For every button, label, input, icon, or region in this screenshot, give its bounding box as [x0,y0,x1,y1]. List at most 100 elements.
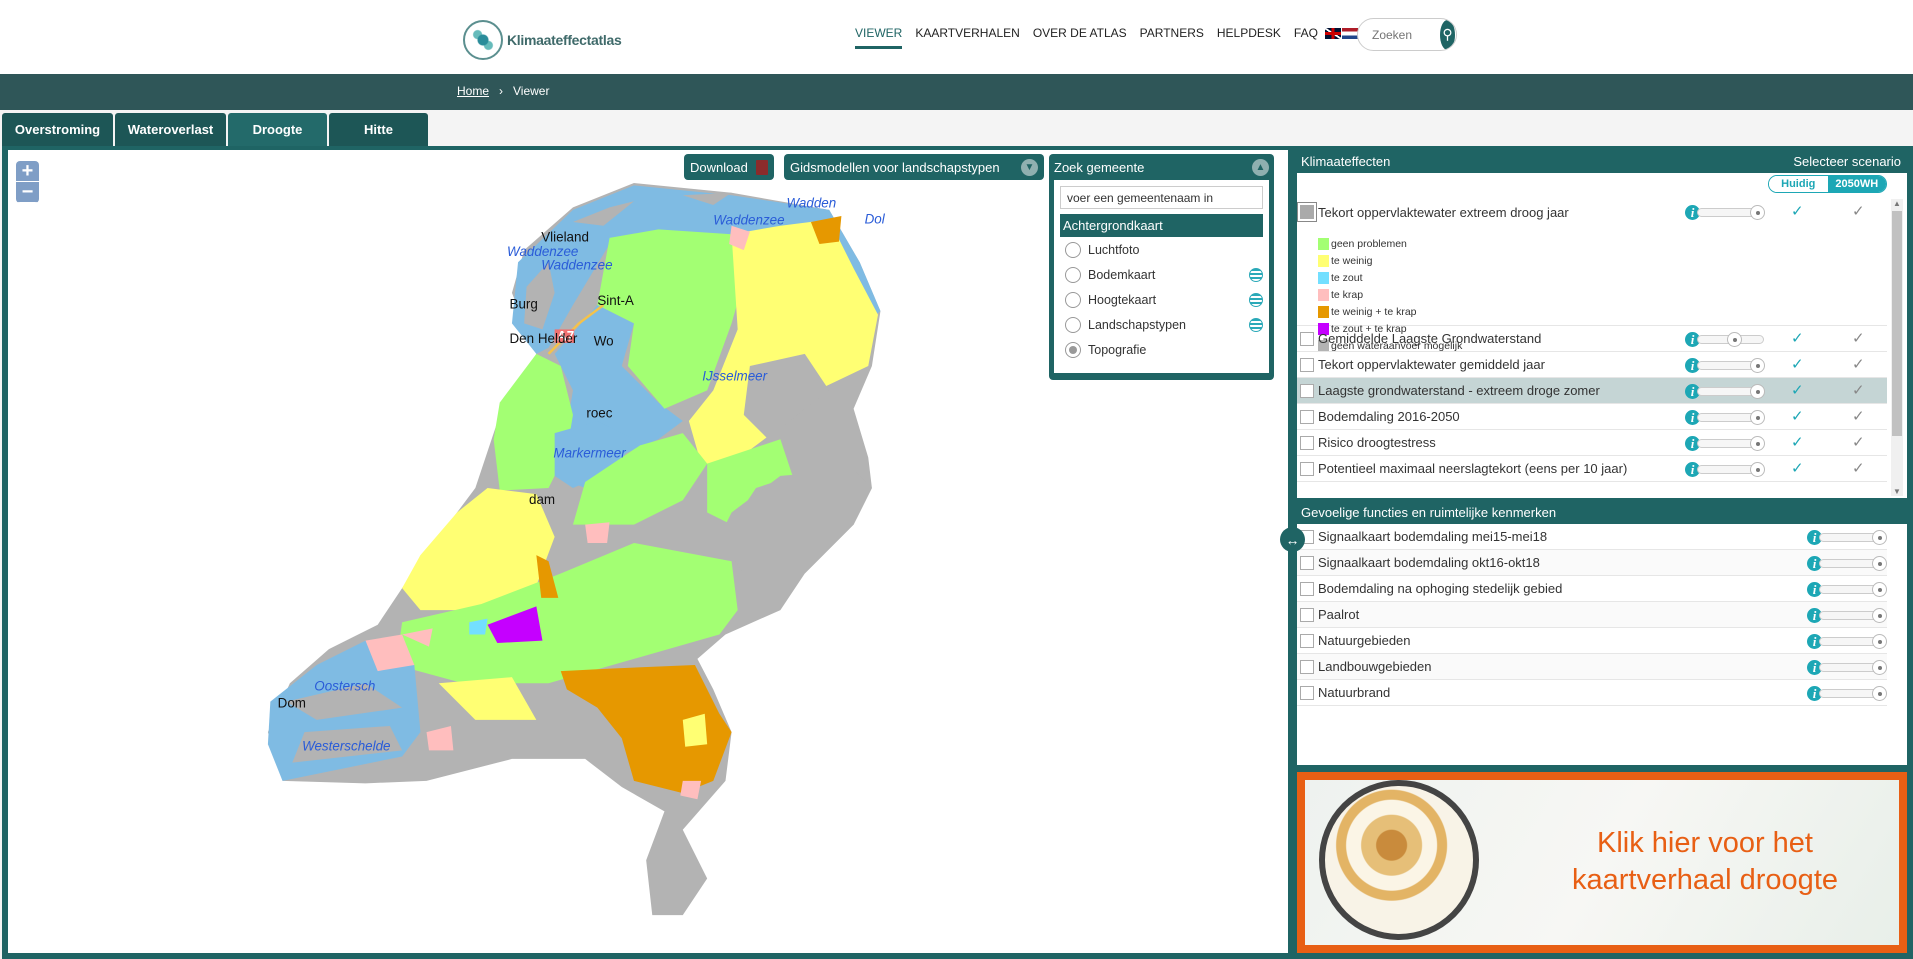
layer-checkbox[interactable] [1300,633,1314,648]
gidsmodellen-dropdown[interactable]: Gidsmodellen voor landschapstypen ▼ [784,154,1044,180]
layer-checkbox[interactable] [1300,383,1314,398]
slider-handle[interactable] [1750,410,1765,425]
nav-partners[interactable]: PARTNERS [1140,26,1204,49]
zoek-gemeente-header[interactable]: Zoek gemeente ▲ [1054,154,1269,180]
scroll-up-icon[interactable]: ▲ [1891,199,1903,208]
tab-wateroverlast[interactable]: Wateroverlast [115,113,226,146]
logo[interactable]: Klimaateffectatlas [463,20,622,60]
basemap-option-hoogtekaart[interactable]: Hoogtekaart [1060,287,1263,312]
slider-handle[interactable] [1750,436,1765,451]
layer-checkbox[interactable] [1300,461,1314,476]
gevoelige-item[interactable]: Natuurgebieden i [1297,628,1887,654]
basemap-option-luchtfoto[interactable]: Luchtfoto [1060,237,1263,262]
basemap-option-landschapstypen[interactable]: Landschapstypen [1060,312,1263,337]
slider-handle[interactable] [1727,332,1742,347]
nav-helpdesk[interactable]: HELPDESK [1217,26,1281,49]
layer-checkbox[interactable] [1300,409,1314,424]
nav-viewer[interactable]: VIEWER [855,26,903,49]
opacity-slider[interactable] [1697,410,1765,425]
slider-handle[interactable] [1750,358,1765,373]
search-button[interactable]: ⚲ [1440,19,1455,50]
scrollbar[interactable]: ▲ ▼ [1891,199,1903,496]
panel-resize-handle[interactable]: ↔ [1280,527,1305,552]
radio-button[interactable] [1065,241,1081,258]
legend-icon[interactable] [1249,292,1263,307]
dutch-flag-icon[interactable] [1341,28,1358,39]
layer-checkbox[interactable] [1300,357,1314,372]
klimaateffect-item[interactable]: Tekort oppervlaktewater gemiddeld jaar i… [1297,352,1887,378]
chevron-up-icon[interactable]: ▲ [1252,158,1269,176]
scenario-2050wh[interactable]: 2050WH [1827,176,1886,192]
opacity-slider[interactable] [1697,384,1765,399]
opacity-slider[interactable] [1697,332,1764,347]
slider-handle[interactable] [1750,462,1765,477]
klimaateffect-item[interactable]: Gemiddelde Laagste Grondwaterstand i ✓ ✓ [1297,326,1887,352]
kaartverhaal-banner[interactable]: Klik hier voor het kaartverhaal droogte [1297,772,1907,953]
slider-handle[interactable] [1872,582,1887,597]
opacity-slider[interactable] [1819,556,1887,571]
opacity-slider[interactable] [1819,660,1887,675]
zoom-out-button[interactable]: − [16,181,39,203]
opacity-slider[interactable] [1697,358,1765,373]
layer-checkbox[interactable] [1300,331,1314,346]
search-input[interactable] [1372,27,1440,42]
layer-checkbox[interactable] [1300,205,1314,219]
download-button[interactable]: Download [684,154,774,180]
zoom-in-button[interactable]: + [16,161,39,182]
opacity-slider[interactable] [1819,530,1887,545]
gevoelige-item[interactable]: Signaalkaart bodemdaling mei15-mei18 i [1297,524,1887,550]
layer-checkbox[interactable] [1300,581,1314,596]
opacity-slider[interactable] [1697,462,1765,477]
radio-button[interactable] [1065,291,1081,308]
nav-faq[interactable]: FAQ [1294,26,1318,49]
english-flag-icon[interactable] [1324,28,1341,39]
gemeente-search-input[interactable] [1060,186,1263,209]
slider-handle[interactable] [1872,686,1887,701]
opacity-slider[interactable] [1819,582,1887,597]
klimaateffect-item[interactable]: Potentieel maximaal neerslagtekort (eens… [1297,456,1887,482]
slider-handle[interactable] [1872,660,1887,675]
radio-button[interactable] [1065,316,1081,333]
tab-hitte[interactable]: Hitte [329,113,428,146]
slider-handle[interactable] [1872,608,1887,623]
klimaateffect-item[interactable]: Tekort oppervlaktewater extreem droog ja… [1297,199,1887,352]
opacity-slider[interactable] [1697,436,1765,451]
tab-droogte[interactable]: Droogte [228,113,327,146]
slider-handle[interactable] [1750,205,1765,220]
opacity-slider[interactable] [1819,608,1887,623]
tab-overstroming[interactable]: Overstroming [2,113,113,146]
slider-handle[interactable] [1872,556,1887,571]
scenario-huidig[interactable]: Huidig [1769,176,1828,192]
basemap-option-topografie[interactable]: Topografie [1060,337,1263,362]
klimaateffect-item[interactable]: Risico droogtestress i ✓ ✓ [1297,430,1887,456]
gevoelige-item[interactable]: Bodemdaling na ophoging stedelijk gebied… [1297,576,1887,602]
basemap-option-bodemkaart[interactable]: Bodemkaart [1060,262,1263,287]
layer-checkbox[interactable] [1300,435,1314,450]
legend-label: te krap [1331,288,1364,301]
layer-checkbox[interactable] [1300,607,1314,622]
scroll-down-icon[interactable]: ▼ [1891,487,1903,496]
layer-checkbox[interactable] [1300,659,1314,674]
radio-button[interactable] [1065,266,1081,283]
layer-checkbox[interactable] [1300,685,1314,700]
opacity-slider[interactable] [1697,205,1765,220]
gevoelige-item[interactable]: Natuurbrand i [1297,680,1887,706]
radio-button-selected[interactable] [1065,341,1081,358]
slider-handle[interactable] [1872,634,1887,649]
gevoelige-item[interactable]: Paalrot i [1297,602,1887,628]
legend-icon[interactable] [1249,267,1263,282]
legend-icon[interactable] [1249,317,1263,332]
breadcrumb-home[interactable]: Home [457,84,489,98]
scrollbar-thumb[interactable] [1892,211,1902,436]
nav-kaartverhalen[interactable]: KAARTVERHALEN [915,26,1019,49]
layer-checkbox[interactable] [1300,555,1314,570]
klimaateffect-item[interactable]: Laagste grondwaterstand - extreem droge … [1297,378,1887,404]
klimaateffect-item[interactable]: Bodemdaling 2016-2050 i ✓ ✓ [1297,404,1887,430]
slider-handle[interactable] [1750,384,1765,399]
gevoelige-item[interactable]: Signaalkaart bodemdaling okt16-okt18 i [1297,550,1887,576]
nav-over-de-atlas[interactable]: OVER DE ATLAS [1033,26,1127,49]
opacity-slider[interactable] [1819,686,1887,701]
gevoelige-item[interactable]: Landbouwgebieden i [1297,654,1887,680]
slider-handle[interactable] [1872,530,1887,545]
opacity-slider[interactable] [1819,634,1887,649]
